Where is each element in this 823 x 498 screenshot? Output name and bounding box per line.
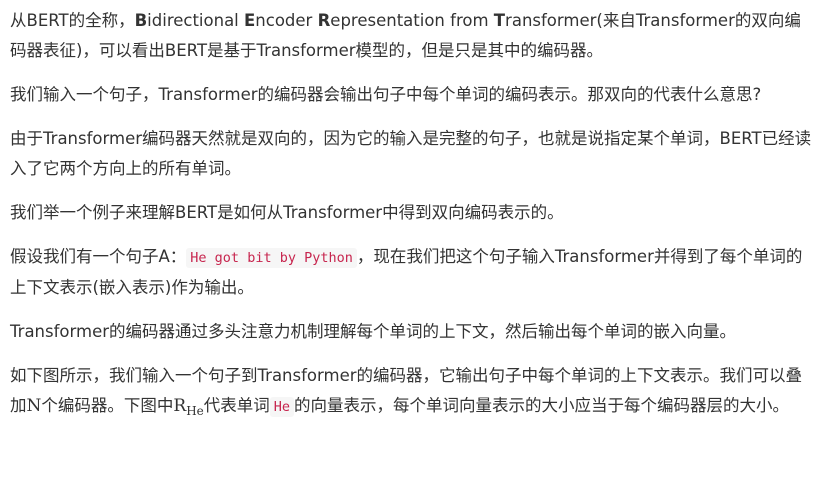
paragraph-bert-fullname: 从BERT的全称，Bidirectional Encoder Represent… — [10, 6, 813, 66]
paragraph-multihead-attention: Transformer的编码器通过多头注意力机制理解每个单词的上下文，然后输出每… — [10, 322, 737, 341]
p7-after: 的向量表示，每个单词向量表示的大小应当于每个编码器层的大小。 — [294, 396, 790, 415]
paragraph-stacked-encoders: 如下图所示，我们输入一个句子到Transformer的编码器，它输出句子中每个单… — [10, 361, 813, 426]
paragraph-bidirectional-question: 我们输入一个句子，Transformer的编码器会输出句子中每个单词的编码表示。… — [10, 85, 762, 104]
paragraph-bidirectional-explanation: 由于Transformer编码器天然就是双向的，因为它的输入是完整的句子，也就是… — [10, 129, 812, 178]
p7-middle2: 代表单词 — [203, 396, 270, 415]
math-n-symbol: N — [26, 396, 42, 416]
math-r-he: RHe — [173, 396, 204, 418]
p1-bold-t: T — [493, 11, 506, 30]
p1-text-1: idirectional — [147, 11, 245, 30]
p1-bold-b: B — [134, 11, 148, 30]
article-body: 从BERT的全称，Bidirectional Encoder Represent… — [0, 0, 823, 426]
paragraph-sentence-a: 假设我们有一个句子A： He got bit by Python ，现在我们把这个句… — [10, 242, 813, 303]
inline-code-sentence: He got bit by Python — [186, 248, 357, 268]
p1-bold-e: E — [244, 11, 256, 30]
p1-prefix: 从BERT的全称， — [10, 11, 135, 30]
math-r-symbol: R — [173, 396, 187, 416]
p1-bold-r: R — [317, 11, 331, 30]
math-r-subscript: He — [186, 404, 204, 418]
inline-code-he: He — [269, 397, 295, 417]
p7-middle: 个编码器。下图中 — [41, 396, 174, 415]
p5-before: 假设我们有一个句子A： — [10, 247, 187, 266]
paragraph-example-intro: 我们举一个例子来理解BERT是如何从Transformer中得到双向编码表示的。 — [10, 203, 564, 222]
p1-text-3: epresentation from — [330, 11, 494, 30]
p1-text-2: ncoder — [255, 11, 318, 30]
